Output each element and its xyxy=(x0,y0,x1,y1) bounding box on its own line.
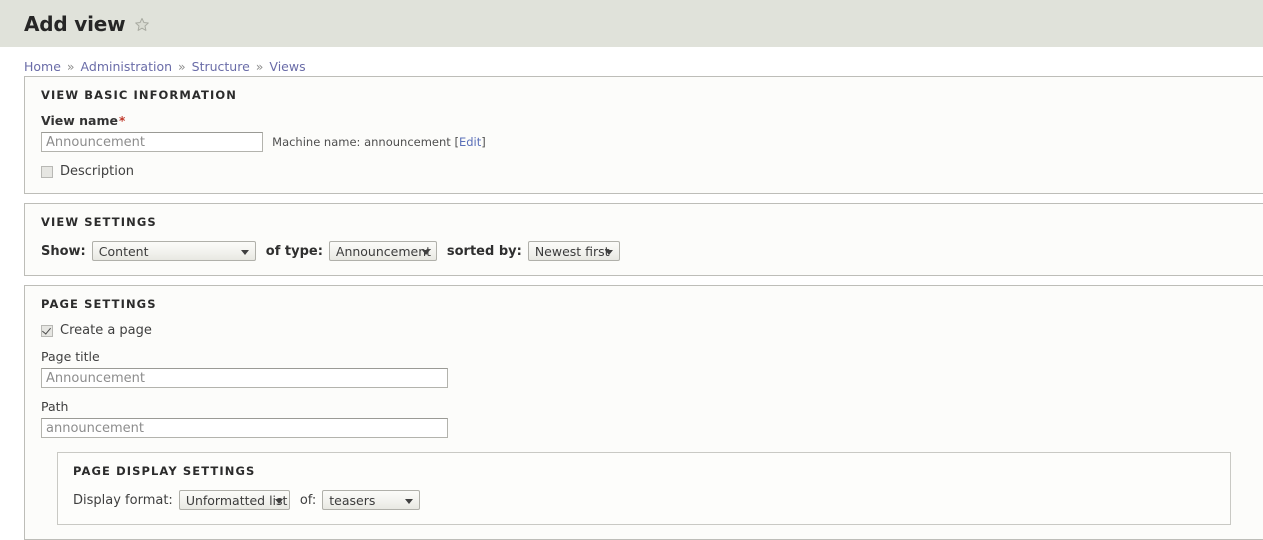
view-settings-row: Show: Content of type: Announcement sort… xyxy=(41,241,1247,261)
breadcrumb-item-home[interactable]: Home xyxy=(24,59,61,74)
show-select[interactable]: Content xyxy=(91,241,256,261)
fieldset-legend-page-display-settings: PAGE DISPLAY SETTINGS xyxy=(73,464,256,478)
required-marker: * xyxy=(118,114,126,128)
page-display-settings-row: Display format: Unformatted list of: tea… xyxy=(73,490,1215,510)
create-page-checkbox-label: Create a page xyxy=(60,323,152,338)
fieldset-legend-basic-information: VIEW BASIC INFORMATION xyxy=(41,88,237,102)
create-page-checkbox[interactable] xyxy=(41,324,53,337)
breadcrumb-separator: » xyxy=(66,59,75,74)
view-name-label: View name* xyxy=(41,113,1247,128)
create-page-checkbox-row[interactable]: Create a page xyxy=(41,323,1247,338)
of-select[interactable]: teasers xyxy=(322,490,421,510)
machine-name-edit-link[interactable]: Edit xyxy=(459,135,481,149)
breadcrumb: Home » Administration » Structure » View… xyxy=(0,47,1263,76)
breadcrumb-separator: » xyxy=(255,59,264,74)
page-header: Add view xyxy=(0,0,1263,47)
breadcrumb-separator: » xyxy=(178,59,186,74)
machine-name-display: Machine name: announcement [Edit] xyxy=(272,135,486,149)
page-title-form-item: Page title xyxy=(41,349,1247,388)
machine-name-suffix: ] xyxy=(481,135,486,149)
path-input[interactable] xyxy=(41,418,448,438)
fieldset-view-settings: VIEW SETTINGS Show: Content of type: Ann… xyxy=(24,203,1263,276)
fieldset-view-basic-information: VIEW BASIC INFORMATION View name* Machin… xyxy=(24,76,1263,194)
machine-name-prefix: Machine name: announcement [ xyxy=(272,135,459,149)
display-format-label: Display format: xyxy=(73,492,173,508)
of-label: of: xyxy=(299,492,317,508)
fieldset-page-display-settings: PAGE DISPLAY SETTINGS Display format: Un… xyxy=(57,452,1231,525)
page-title-input[interactable] xyxy=(41,368,448,388)
sorted-by-label: sorted by: xyxy=(446,243,522,259)
star-outline-icon[interactable] xyxy=(134,17,150,33)
display-format-select[interactable]: Unformatted list xyxy=(178,490,290,510)
of-type-select[interactable]: Announcement xyxy=(328,241,437,261)
breadcrumb-item-structure[interactable]: Structure xyxy=(192,59,250,74)
sorted-by-select[interactable]: Newest first xyxy=(527,241,620,261)
breadcrumb-item-administration[interactable]: Administration xyxy=(81,59,172,74)
view-name-label-text: View name xyxy=(41,113,118,128)
show-label: Show: xyxy=(41,243,86,259)
view-name-form-item: View name* Machine name: announcement [E… xyxy=(41,113,1247,152)
description-checkbox-label: Description xyxy=(60,164,135,179)
of-type-label: of type: xyxy=(265,243,323,259)
fieldset-legend-page-settings: PAGE SETTINGS xyxy=(41,297,157,311)
view-name-input[interactable] xyxy=(41,132,263,152)
fieldset-legend-view-settings: VIEW SETTINGS xyxy=(41,215,157,229)
page-title-label: Page title xyxy=(41,349,100,364)
description-checkbox[interactable] xyxy=(41,165,53,178)
description-checkbox-row[interactable]: Description xyxy=(41,164,1247,179)
fieldset-page-settings: PAGE SETTINGS Create a page Page title P… xyxy=(24,285,1263,540)
breadcrumb-item-views[interactable]: Views xyxy=(269,59,305,74)
page-title: Add view xyxy=(24,11,126,36)
path-form-item: Path xyxy=(41,399,1247,438)
path-label: Path xyxy=(41,399,69,414)
